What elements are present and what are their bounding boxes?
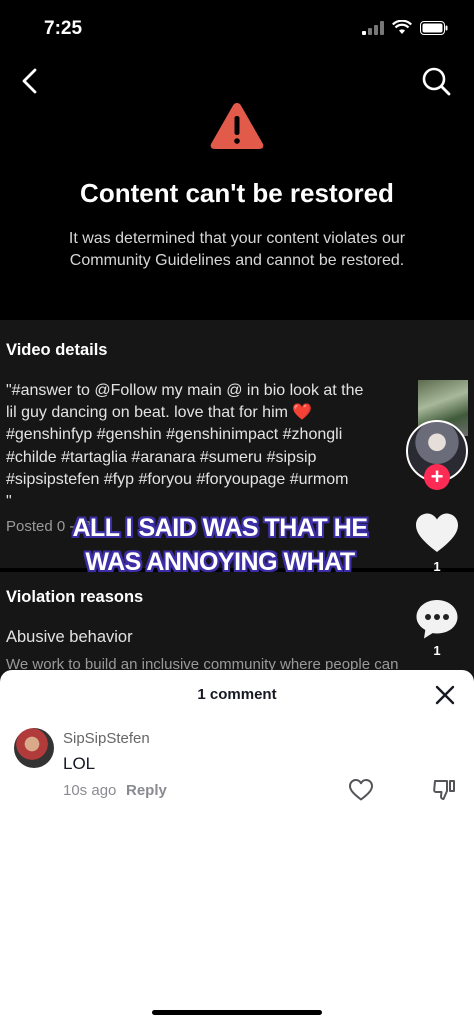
comments-title: 1 comment	[197, 686, 277, 703]
violation-reasons-heading: Violation reasons	[6, 588, 144, 606]
reply-button[interactable]: Reply	[126, 782, 167, 799]
caption-line: #sipsipstefen #fyp #foryou #foryoupage #…	[6, 470, 349, 488]
status-time: 7:25	[44, 18, 83, 39]
comments-sheet	[0, 670, 474, 1026]
comment-count: 1	[433, 643, 441, 658]
comment-timestamp: 10s ago	[63, 782, 117, 799]
follow-plus-icon[interactable]: +	[424, 464, 450, 490]
search-icon[interactable]	[420, 64, 452, 98]
caption-line: lil guy dancing on beat. love that for h…	[6, 404, 313, 422]
overlay-line: ALL I SAID WAS THAT HE	[72, 514, 368, 542]
video-text-overlay: ALL I SAID WAS THAT HE WAS ANNOYING WHAT	[20, 511, 420, 579]
warning-icon	[210, 103, 264, 149]
caption-line: "	[6, 493, 12, 511]
page-description: It was determined that your content viol…	[68, 230, 406, 269]
video-caption: "#answer to @Follow my main @ in bio loo…	[6, 380, 406, 513]
commenter-username[interactable]: SipSipStefen	[63, 730, 150, 747]
wifi-icon	[392, 20, 412, 34]
comment-bubble-icon[interactable]	[414, 598, 460, 640]
video-details-heading: Video details	[6, 341, 108, 359]
commenter-avatar[interactable]	[14, 728, 54, 768]
status-icons	[362, 20, 448, 35]
status-bar: 7:25	[0, 0, 474, 56]
back-arrow-icon[interactable]	[16, 64, 46, 98]
comment-dislike-icon[interactable]	[432, 778, 456, 802]
comment-text: LOL	[63, 754, 96, 773]
caption-line: #childe #tartaglia #aranara #sumeru #sip…	[6, 448, 317, 466]
signal-icon	[362, 20, 384, 35]
overlay-line: WAS ANNOYING WHAT	[85, 548, 355, 576]
comment-like-icon[interactable]	[348, 778, 374, 802]
caption-line: "#answer to @Follow my main @ in bio loo…	[6, 382, 364, 399]
battery-icon	[420, 20, 448, 35]
caption-line: #genshinfyp #genshin #genshinimpact #zho…	[6, 426, 343, 444]
page-title: Content can't be restored	[80, 178, 394, 208]
home-indicator	[152, 1010, 322, 1015]
violation-reason: Abusive behavior	[6, 628, 133, 646]
like-heart-icon[interactable]	[414, 512, 460, 554]
close-icon[interactable]	[432, 682, 458, 708]
